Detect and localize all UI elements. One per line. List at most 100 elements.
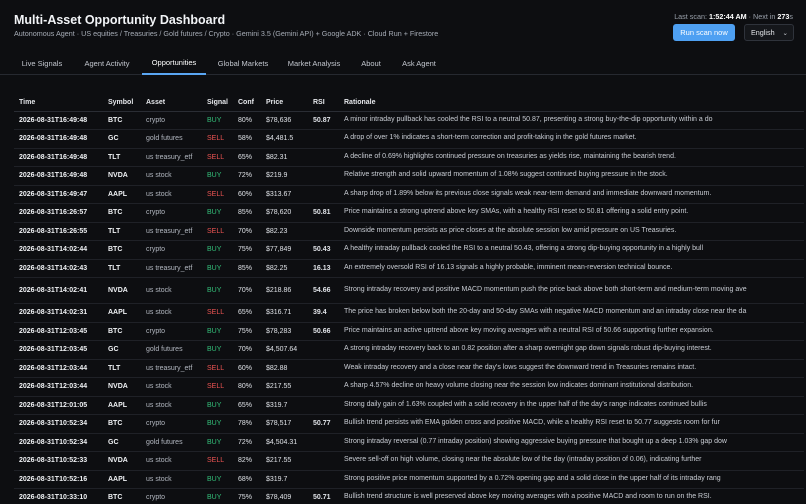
- cell-rsi: [308, 340, 339, 360]
- cell-asset: us stock: [141, 451, 202, 471]
- table-row[interactable]: 2026-08-31T10:52:33 NVDA us stock SELL 82% $2…: [14, 451, 804, 471]
- last-scan-time: 1:52:44 AM: [708, 12, 747, 21]
- cell-asset: crypto: [141, 240, 202, 260]
- cell-asset: us treasury_etf: [141, 148, 202, 167]
- table-row[interactable]: 2026-08-31T14:02:43 TLT us treasury_etf BUY…: [14, 259, 804, 278]
- column-header-signal[interactable]: Signal: [202, 94, 233, 112]
- table-row[interactable]: 2026-08-31T12:03:45 GC gold futures BUY 70% $…: [14, 340, 804, 360]
- cell-price: $313.67: [261, 185, 308, 204]
- cell-conf: 60%: [233, 359, 261, 378]
- cell-price: $217.55: [261, 451, 308, 471]
- cell-rationale: The price has broken below both the 20-d…: [339, 303, 804, 323]
- table-row[interactable]: 2026-08-31T12:03:44 NVDA us stock SELL 80% $2…: [14, 377, 804, 397]
- cell-price: $316.71: [261, 303, 308, 323]
- cell-rationale: A sharp 4.57% decline on heavy volume cl…: [339, 377, 804, 397]
- table-row[interactable]: 2026-08-31T16:49:48 NVDA us stock BUY 72% $21…: [14, 166, 804, 186]
- cell-price: $4,481.5: [261, 129, 308, 149]
- tab-bar: Live Signals Agent Activity Opportunitie…: [0, 52, 806, 75]
- table-row[interactable]: 2026-08-31T12:01:05 AAPL us stock BUY 65% $31…: [14, 396, 804, 415]
- cell-rationale: Strong daily gain of 1.63% coupled with …: [339, 396, 804, 415]
- run-scan-button[interactable]: Run scan now: [673, 24, 735, 41]
- cell-rationale: Strong intraday reversal (0.77 intraday …: [339, 433, 804, 452]
- cell-signal: BUY: [202, 470, 233, 489]
- cell-asset: crypto: [141, 203, 202, 223]
- cell-symbol: BTC: [103, 203, 141, 223]
- cell-price: $82.25: [261, 259, 308, 278]
- cell-asset: crypto: [141, 111, 202, 130]
- table-row[interactable]: 2026-08-31T16:26:55 TLT us treasury_etf SEL…: [14, 222, 804, 241]
- cell-signal: SELL: [202, 377, 233, 397]
- cell-rationale: A strong intraday recovery back to an 0.…: [339, 340, 804, 360]
- column-header-asset[interactable]: Asset: [141, 94, 202, 112]
- cell-rationale: A sharp drop of 1.89% below its previous…: [339, 185, 804, 204]
- table-row[interactable]: 2026-08-31T14:02:41 NVDA us stock BUY 70% $21…: [14, 277, 804, 304]
- cell-symbol: BTC: [103, 488, 141, 504]
- cell-symbol: TLT: [103, 148, 141, 167]
- tab-opportunities[interactable]: Opportunities: [142, 52, 206, 75]
- column-header-price[interactable]: Price: [261, 94, 308, 112]
- table-row[interactable]: 2026-08-31T14:02:44 BTC crypto BUY 75% $77,84…: [14, 240, 804, 260]
- cell-rationale: An extremely oversold RSI of 16.13 signa…: [339, 259, 804, 278]
- app-subtitle: Autonomous Agent · US equities / Treasur…: [14, 29, 439, 38]
- column-header-rsi[interactable]: RSI: [308, 94, 339, 112]
- column-header-rationale[interactable]: Rationale: [339, 94, 804, 112]
- tab-live-signals[interactable]: Live Signals: [14, 52, 70, 75]
- language-select[interactable]: English ⌄: [744, 24, 794, 41]
- tab-agent-activity[interactable]: Agent Activity: [76, 52, 138, 75]
- cell-rsi: 50.87: [308, 111, 339, 130]
- cell-conf: 60%: [233, 185, 261, 204]
- cell-price: $78,409: [261, 488, 308, 504]
- cell-price: $217.55: [261, 377, 308, 397]
- table-row[interactable]: 2026-08-31T16:49:47 AAPL us stock SELL 60% $3…: [14, 185, 804, 204]
- cell-symbol: AAPL: [103, 185, 141, 204]
- cell-asset: gold futures: [141, 340, 202, 360]
- tab-ask-agent[interactable]: Ask Agent: [396, 52, 442, 75]
- table-row[interactable]: 2026-08-31T16:49:48 GC gold futures SELL 58%…: [14, 129, 804, 149]
- cell-rsi: 39.4: [308, 303, 339, 323]
- cell-rsi: [308, 433, 339, 452]
- table-row[interactable]: 2026-08-31T10:52:34 GC gold futures BUY 72% $…: [14, 433, 804, 452]
- cell-rsi: 50.43: [308, 240, 339, 260]
- cell-conf: 72%: [233, 433, 261, 452]
- cell-time: 2026-08-31T12:03:45: [14, 322, 103, 341]
- table-row[interactable]: 2026-08-31T16:49:48 TLT us treasury_etf SEL…: [14, 148, 804, 167]
- cell-asset: gold futures: [141, 433, 202, 452]
- scan-status: Last scan: 1:52:44 AM · Next in 273s: [674, 12, 793, 21]
- cell-signal: BUY: [202, 396, 233, 415]
- app-title: Multi-Asset Opportunity Dashboard: [14, 13, 226, 27]
- cell-signal: BUY: [202, 340, 233, 360]
- cell-symbol: BTC: [103, 414, 141, 434]
- tab-global-markets[interactable]: Global Markets: [212, 52, 274, 75]
- column-header-symbol[interactable]: Symbol: [103, 94, 141, 112]
- cell-conf: 65%: [233, 148, 261, 167]
- tab-about[interactable]: About: [354, 52, 388, 75]
- cell-signal: SELL: [202, 303, 233, 323]
- cell-signal: BUY: [202, 322, 233, 341]
- cell-price: $219.9: [261, 166, 308, 186]
- cell-conf: 78%: [233, 414, 261, 434]
- column-header-conf[interactable]: Conf: [233, 94, 261, 112]
- cell-price: $4,504.31: [261, 433, 308, 452]
- cell-rationale: A healthy intraday pullback cooled the R…: [339, 240, 804, 260]
- cell-time: 2026-08-31T14:02:31: [14, 303, 103, 323]
- cell-rationale: Strong positive price momentum supported…: [339, 470, 804, 489]
- cell-signal: BUY: [202, 277, 233, 304]
- table-row[interactable]: 2026-08-31T10:52:16 AAPL us stock BUY 68% $31…: [14, 470, 804, 489]
- table-row[interactable]: 2026-08-31T16:49:48 BTC crypto BUY 80% $78,63…: [14, 111, 804, 130]
- table-row[interactable]: 2026-08-31T12:03:45 BTC crypto BUY 75% $78,28…: [14, 322, 804, 341]
- cell-time: 2026-08-31T12:03:45: [14, 340, 103, 360]
- cell-time: 2026-08-31T14:02:43: [14, 259, 103, 278]
- cell-rsi: [308, 359, 339, 378]
- tab-market-analysis[interactable]: Market Analysis: [282, 52, 346, 75]
- table-row[interactable]: 2026-08-31T10:52:34 BTC crypto BUY 78% $78,51…: [14, 414, 804, 434]
- cell-rsi: 16.13: [308, 259, 339, 278]
- table-row[interactable]: 2026-08-31T12:03:44 TLT us treasury_etf SEL…: [14, 359, 804, 378]
- column-header-time[interactable]: Time: [14, 94, 103, 112]
- table-row[interactable]: 2026-08-31T16:26:57 BTC crypto BUY 85% $78,62…: [14, 203, 804, 223]
- cell-conf: 70%: [233, 277, 261, 304]
- cell-rationale: A decline of 0.69% highlights continued …: [339, 148, 804, 167]
- cell-asset: crypto: [141, 488, 202, 504]
- table-row[interactable]: 2026-08-31T10:33:10 BTC crypto BUY 75% $78,40…: [14, 488, 804, 504]
- table-row[interactable]: 2026-08-31T14:02:31 AAPL us stock SELL 65% $3…: [14, 303, 804, 323]
- cell-asset: us treasury_etf: [141, 259, 202, 278]
